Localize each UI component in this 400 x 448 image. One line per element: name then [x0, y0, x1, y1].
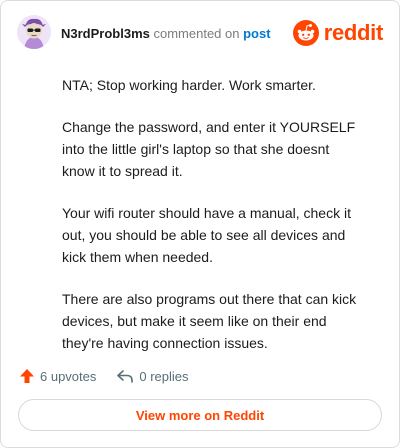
comment-body: NTA; Stop working harder. Work smarter. …	[62, 74, 362, 374]
comment-paragraph: NTA; Stop working harder. Work smarter.	[62, 77, 316, 93]
upvotes-stat[interactable]: 6 upvotes	[19, 368, 96, 384]
reply-arrow-icon	[117, 370, 134, 383]
replies-stat[interactable]: 0 replies	[116, 368, 189, 384]
reddit-logo[interactable]: reddit	[292, 19, 384, 47]
upvote-arrow-icon	[20, 369, 34, 383]
upvotes-count: 6 upvotes	[40, 368, 97, 384]
avatar-icon	[17, 15, 51, 49]
post-link[interactable]: post	[243, 26, 270, 41]
user-avatar[interactable]	[17, 15, 51, 49]
comment-header: N3rdProbl3ms commented on post reddit	[17, 15, 383, 51]
replies-count: 0 replies	[139, 368, 189, 384]
comment-footer: 6 upvotes 0 replies	[19, 365, 209, 387]
comment-meta: N3rdProbl3ms commented on post	[61, 26, 271, 42]
reddit-wordmark: reddit	[323, 20, 384, 45]
username-link[interactable]: N3rdProbl3ms	[61, 26, 150, 41]
view-more-button[interactable]: View more on Reddit	[18, 399, 382, 431]
commented-on-text: commented on	[149, 26, 244, 41]
comment-paragraph: Your wifi router should have a manual, c…	[62, 205, 351, 265]
comment-paragraph: There are also programs out there that c…	[62, 291, 357, 351]
comment-paragraph: Change the password, and enter it YOURSE…	[62, 119, 356, 179]
reddit-alien-icon	[292, 20, 319, 46]
comment-card: N3rdProbl3ms commented on post reddit NT…	[0, 0, 400, 448]
